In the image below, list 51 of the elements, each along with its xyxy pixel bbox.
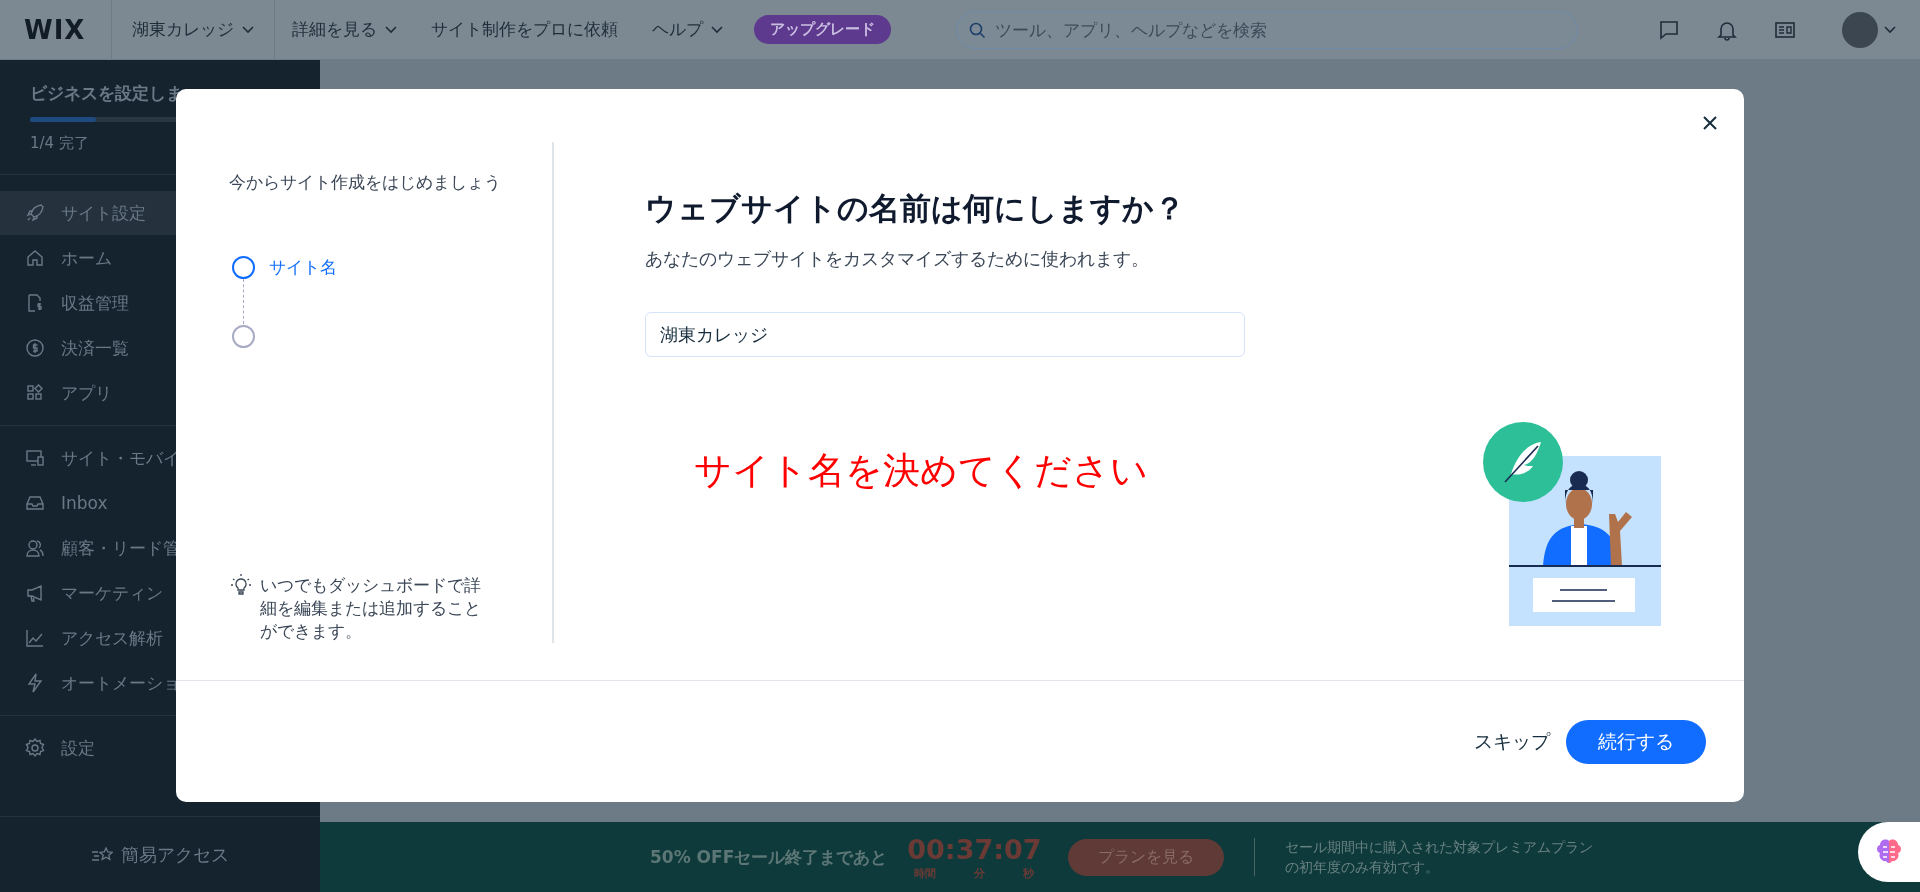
sidebar-item[interactable]: Inbox [0,481,320,525]
dialog-title: ウェブサイトの名前は何にしますか？ [645,189,1186,228]
sidebar-item[interactable]: 収益管理 [0,281,320,325]
chat-icon [1658,18,1680,41]
step-label: サイト名 [269,255,337,279]
nav-menu-button[interactable]: 湖東カレッジ [112,0,276,60]
chevron-down-icon [242,25,255,34]
upgrade-button[interactable]: アップグレード [754,15,892,44]
skip-button[interactable]: スキップ [1474,722,1550,761]
chevron-down-icon [1884,25,1896,34]
annotation-text: サイト名を決めてください [694,448,1148,494]
sidebar-item[interactable]: アプリ [0,371,320,415]
close-button[interactable] [1701,114,1719,132]
promo-headline: 50% OFFセール終了まであと [650,845,888,869]
site-name-field[interactable]: 湖東カレッジ [645,312,1245,357]
line-chart-icon [24,627,46,649]
people-icon [24,537,46,559]
timer-unit-label: 時間 [914,865,937,881]
sidebar-item[interactable]: サイト・モバイ [0,436,320,480]
gear-icon [24,737,46,759]
avatar-circle[interactable] [1842,11,1878,48]
sidebar-item[interactable]: 決済一覧 [0,326,320,370]
nav-menu-button[interactable]: サイト制作をプロに依頼 [414,0,636,60]
chevron-down-icon [711,25,724,34]
timer-unit-label: 分 [974,865,986,881]
sidebar-item[interactable]: 設定 [0,726,320,770]
progress-text: 1/4 完了 [30,134,90,153]
dialog-subtitle: あなたのウェブサイトをカスタマイズするために使われます。 [645,247,1150,271]
search-field[interactable]: ツール、アプリ、ヘルプなどを検索 [956,10,1579,49]
tip-text: いつでもダッシュボードで詳細を編集または追加することができます。 [260,574,482,643]
search-icon [969,21,987,39]
chevron-down-icon [385,25,398,34]
sidebar-item[interactable]: オートメーショ [0,661,320,705]
nav-menu-button[interactable]: ヘルプ [635,0,741,60]
nav-menu-button[interactable]: 詳細を見る [275,0,415,60]
rocket-icon [24,202,46,224]
close-icon [1702,115,1718,131]
dollar-circle-icon [24,337,46,359]
timer-unit-label: 秒 [1023,865,1035,881]
lightbulb-icon [231,574,251,596]
countdown-timer: 00:37:07 [907,833,1042,866]
stars-icon [91,845,113,864]
assistant-button[interactable] [1858,822,1920,882]
devices-icon [24,447,46,469]
continue-button[interactable]: 続行する [1566,719,1706,764]
promo-note: セール期間中に購入された対象プレミアムプランの初年度のみ有効です。 [1284,838,1594,877]
step-connector [243,279,244,324]
quick-access-button[interactable]: 簡易アクセス [91,842,229,867]
wix-logo[interactable]: WIX [0,0,113,60]
intro-text: 今からサイト作成をはじめましょう [229,171,502,194]
home-icon [24,247,46,269]
